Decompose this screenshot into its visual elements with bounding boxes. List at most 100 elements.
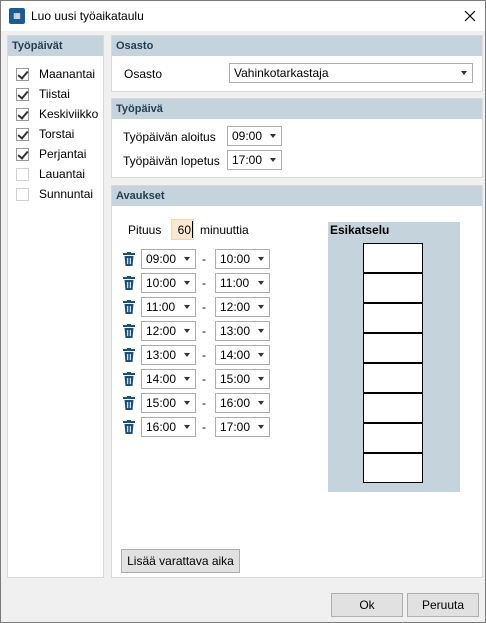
cancel-button[interactable]: Peruuta — [407, 593, 479, 617]
workday-checkbox-row[interactable]: Torstai — [16, 126, 74, 142]
department-label: Osasto — [124, 67, 163, 81]
chevron-down-icon — [184, 257, 190, 261]
preview-slot — [363, 453, 423, 483]
checkbox[interactable] — [16, 127, 29, 141]
slot-end-select[interactable]: 10:00 — [215, 249, 270, 269]
department-select[interactable]: Vahinkotarkastaja — [229, 63, 473, 83]
workday-start-label: Työpäivän aloitus — [123, 130, 216, 144]
chevron-down-icon — [461, 71, 467, 75]
slot-start-select[interactable]: 11:00 — [141, 297, 196, 317]
slot-start-value: 11:00 — [146, 300, 176, 314]
slot-end-select[interactable]: 12:00 — [215, 297, 270, 317]
slot-start-select[interactable]: 14:00 — [141, 369, 196, 389]
trash-icon[interactable] — [123, 396, 135, 410]
length-value: 60 — [177, 222, 191, 237]
workday-label: Lauantai — [39, 167, 86, 181]
slot-end-select[interactable]: 15:00 — [215, 369, 270, 389]
trash-icon[interactable] — [123, 276, 135, 290]
chevron-down-icon — [258, 353, 264, 357]
workday-checkbox-row[interactable]: Keskiviikko — [16, 106, 98, 122]
trash-icon[interactable] — [123, 420, 135, 434]
chevron-down-icon — [258, 257, 264, 261]
workday-checkbox-row[interactable]: Maanantai — [16, 66, 95, 82]
title-bar[interactable]: ▦ Luo uusi työaikataulu — [1, 1, 485, 31]
ok-button[interactable]: Ok — [331, 593, 403, 617]
dialog-window: ▦ Luo uusi työaikataulu Työpäivät Maanan… — [0, 0, 486, 623]
workday-checkbox-row[interactable]: Sunnuntai — [16, 186, 93, 202]
preview-panel: Esikatselu — [328, 222, 460, 492]
close-icon — [464, 10, 476, 22]
slot-end-select[interactable]: 17:00 — [215, 417, 270, 437]
trash-icon[interactable] — [123, 348, 135, 362]
chevron-down-icon — [184, 305, 190, 309]
preview-slot — [363, 333, 423, 363]
slot-end-value: 12:00 — [220, 300, 251, 314]
length-unit: minuuttia — [200, 223, 249, 237]
slot-end-select[interactable]: 11:00 — [215, 273, 270, 293]
slot-end-value: 11:00 — [220, 276, 250, 290]
preview-slot — [363, 243, 423, 273]
trash-icon[interactable] — [123, 252, 135, 266]
preview-slot — [363, 363, 423, 393]
slot-start-select[interactable]: 10:00 — [141, 273, 196, 293]
trash-icon[interactable] — [123, 372, 135, 386]
workday-end-select[interactable]: 17:00 — [227, 150, 282, 170]
slot-end-select[interactable]: 14:00 — [215, 345, 270, 365]
trash-icon[interactable] — [123, 324, 135, 338]
slot-start-select[interactable]: 15:00 — [141, 393, 196, 413]
department-panel: Osasto Osasto Vahinkotarkastaja — [111, 35, 483, 92]
preview-slot — [363, 393, 423, 423]
slot-separator: - — [202, 348, 206, 362]
checkbox[interactable] — [16, 187, 29, 201]
workdays-header: Työpäivät — [8, 36, 103, 56]
checkbox[interactable] — [16, 87, 29, 101]
preview-slot — [363, 423, 423, 453]
chevron-down-icon — [270, 134, 276, 138]
workday-label: Sunnuntai — [39, 187, 94, 201]
chevron-down-icon — [258, 425, 264, 429]
slot-separator: - — [202, 396, 206, 410]
length-input[interactable]: 60 — [171, 219, 194, 240]
workday-start-select[interactable]: 09:00 — [227, 126, 282, 146]
slot-separator: - — [202, 252, 206, 266]
slot-start-select[interactable]: 16:00 — [141, 417, 196, 437]
slot-end-value: 13:00 — [220, 324, 251, 338]
department-value: Vahinkotarkastaja — [234, 66, 329, 80]
workday-checkbox-row[interactable]: Lauantai — [16, 166, 85, 182]
close-button[interactable] — [455, 1, 485, 31]
slot-separator: - — [202, 372, 206, 386]
slot-end-value: 15:00 — [220, 372, 251, 386]
slot-start-value: 15:00 — [146, 396, 177, 410]
chevron-down-icon — [184, 401, 190, 405]
slot-start-select[interactable]: 09:00 — [141, 249, 196, 269]
cancel-button-label: Peruuta — [421, 598, 465, 612]
chevron-down-icon — [258, 281, 264, 285]
checkbox[interactable] — [16, 107, 29, 121]
slot-end-select[interactable]: 16:00 — [215, 393, 270, 413]
preview-title: Esikatselu — [330, 223, 390, 237]
slot-start-value: 14:00 — [146, 372, 177, 386]
slot-separator: - — [202, 324, 206, 338]
checkbox[interactable] — [16, 147, 29, 161]
window-title: Luo uusi työaikataulu — [31, 9, 144, 23]
workday-checkbox-row[interactable]: Tiistai — [16, 86, 70, 102]
slot-end-select[interactable]: 13:00 — [215, 321, 270, 341]
slot-end-value: 16:00 — [220, 396, 251, 410]
chevron-down-icon — [184, 353, 190, 357]
slot-end-value: 17:00 — [220, 420, 251, 434]
slot-start-value: 16:00 — [146, 420, 177, 434]
slot-start-value: 10:00 — [146, 276, 177, 290]
checkbox[interactable] — [16, 167, 29, 181]
add-slot-button-label: Lisää varattava aika — [127, 554, 234, 568]
slot-start-select[interactable]: 13:00 — [141, 345, 196, 365]
slot-start-select[interactable]: 12:00 — [141, 321, 196, 341]
trash-icon[interactable] — [123, 300, 135, 314]
calendar-app-icon: ▦ — [9, 8, 25, 24]
preview-slot — [363, 273, 423, 303]
workday-checkbox-row[interactable]: Perjantai — [16, 146, 86, 162]
chevron-down-icon — [184, 281, 190, 285]
checkbox[interactable] — [16, 67, 29, 81]
workday-label: Keskiviikko — [39, 107, 99, 121]
slot-start-value: 09:00 — [146, 252, 177, 266]
add-slot-button[interactable]: Lisää varattava aika — [121, 549, 240, 573]
